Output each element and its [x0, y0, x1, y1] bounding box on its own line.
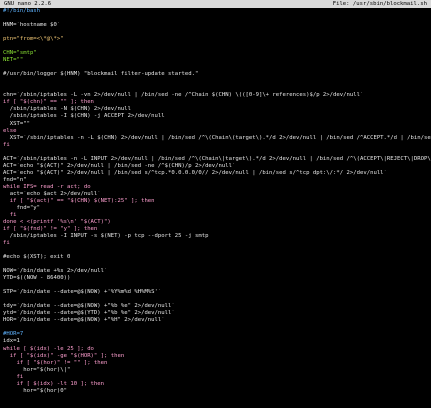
code-line[interactable]: /sbin/iptables -I $(CHN) -j ACCEPT 2>/de… [3, 113, 431, 120]
code-line[interactable]: if [ "$(act)" == "$(CHN) $(NET):25" ]; t… [3, 198, 431, 205]
code-line[interactable] [3, 78, 431, 85]
code-line[interactable]: fnd="y" [3, 205, 431, 212]
code-line[interactable]: ACT=`echo "$(ACT)" 2>/dev/null | /bin/se… [3, 170, 431, 177]
code-line[interactable]: hor="$(hor)0" [3, 388, 431, 395]
nano-titlebar: GNU nano 2.2.6 File: /usr/sbin/blockmail… [0, 0, 431, 8]
code-line[interactable]: #echo $(XST); exit 0 [3, 254, 431, 261]
code-line[interactable]: ACT=`echo "$(ACT)" 2>/dev/null | /bin/se… [3, 163, 431, 170]
code-line[interactable]: STP=`/bin/date --date=@$(NOW) +'%Y%m%d %… [3, 289, 431, 296]
app-version: GNU nano 2.2.6 [4, 1, 52, 7]
code-line[interactable] [3, 64, 431, 71]
code-line[interactable]: if [ "$(chn)" == "" ]; then [3, 99, 431, 106]
code-line[interactable]: fi [3, 142, 431, 149]
code-line[interactable]: /sbin/iptables -N $(CHN) 2>/dev/null [3, 106, 431, 113]
code-line[interactable]: done < <(printf '%s\n' "$(ACT)") [3, 219, 431, 226]
code-line[interactable]: while IFS= read -r act; do [3, 184, 431, 191]
code-line[interactable]: XST="" [3, 121, 431, 128]
code-line[interactable]: NET="" [3, 57, 431, 64]
code-line[interactable]: else [3, 128, 431, 135]
code-line[interactable] [3, 43, 431, 50]
code-line[interactable]: while [ $(idx) -le 25 ]; do [3, 346, 431, 353]
code-line[interactable]: XST=`/sbin/iptables -n -L $(CHN) 2>/dev/… [3, 135, 431, 142]
code-line[interactable]: tdy=`/bin/date --date=@$(NOW) +"%b %e" 2… [3, 303, 431, 310]
file-name: File: /usr/sbin/blockmail.sh [332, 1, 427, 7]
code-line[interactable]: if [ "$(fnd)" != "y" ]; then [3, 226, 431, 233]
code-line[interactable] [3, 282, 431, 289]
code-line[interactable]: fnd="n" [3, 177, 431, 184]
code-line[interactable] [3, 15, 431, 22]
code-line[interactable] [3, 85, 431, 92]
code-line[interactable] [3, 261, 431, 268]
code-line[interactable]: ytd=`/bin/date --date=@$(YTD) +"%b %e" 2… [3, 310, 431, 317]
code-line[interactable]: ACT=`/sbin/iptables -n -L INPUT 2>/dev/n… [3, 156, 431, 163]
code-line[interactable]: ptn="from=<\*@\*>" [3, 36, 431, 43]
code-line[interactable]: fi [3, 240, 431, 247]
code-line[interactable]: YTD=$((NOW - 86400)) [3, 275, 431, 282]
code-line[interactable] [3, 149, 431, 156]
code-line[interactable]: fi [3, 212, 431, 219]
code-line[interactable]: HNM=`hostname $0` [3, 22, 431, 29]
code-line[interactable]: idx=1 [3, 338, 431, 345]
code-line[interactable]: if [ "$(idx)" -ge "$(HOR)" ]; then [3, 353, 431, 360]
code-line[interactable]: #HOR=7 [3, 331, 431, 338]
code-line[interactable] [3, 29, 431, 36]
code-line[interactable]: if [ $(idx) -lt 10 ]; then [3, 381, 431, 388]
code-line[interactable]: HOR=`/bin/date --date=@$(NOW) +"%H" 2>/d… [3, 317, 431, 324]
code-line[interactable]: #!/bin/bash [3, 8, 431, 15]
code-line[interactable]: #/usr/bin/logger $(HNM) "blockmail filte… [3, 71, 431, 78]
code-line[interactable]: /sbin/iptables -I INPUT -s $(NET) -p tcp… [3, 233, 431, 240]
code-line[interactable] [3, 296, 431, 303]
editor-area[interactable]: #!/bin/bash HNM=`hostname $0` ptn="from=<\… [0, 8, 431, 408]
code-line[interactable]: chn=`/sbin/iptables -L -vn 2>/dev/null |… [3, 92, 431, 99]
code-line[interactable] [3, 324, 431, 331]
code-line[interactable]: act=`echo $act 2>/dev/null` [3, 191, 431, 198]
code-line[interactable]: NOW=`/bin/date +%s 2>/dev/null` [3, 268, 431, 275]
code-line[interactable]: if [ "$(hor)" != "" ]; then [3, 360, 431, 367]
code-line[interactable]: fi [3, 374, 431, 381]
code-line[interactable]: CHN="smtp" [3, 50, 431, 57]
code-line[interactable]: hor="$(hor)\|" [3, 367, 431, 374]
code-line[interactable] [3, 247, 431, 254]
